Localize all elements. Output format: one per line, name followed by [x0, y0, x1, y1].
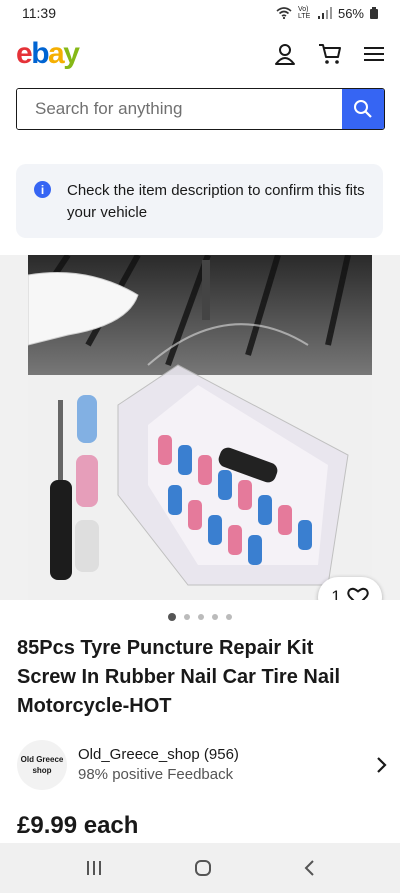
battery-percent: 56%: [337, 5, 364, 21]
signal-icon: [317, 7, 332, 19]
back-icon[interactable]: [303, 859, 315, 877]
pagination-dot[interactable]: [168, 613, 176, 621]
seller-name: Old_Greece_shop (956): [78, 746, 239, 763]
seller-info: Old_Greece_shop (956) 98% positive Feedb…: [78, 745, 375, 785]
seller-avatar: Old Greece shop: [17, 740, 67, 790]
product-image: [28, 255, 372, 600]
network-label: Vo) LTE: [297, 6, 311, 20]
search-icon: [354, 100, 372, 118]
search-bar: [16, 88, 385, 130]
watch-count: 1: [331, 587, 341, 600]
gallery-pagination: [0, 613, 400, 621]
info-icon: i: [34, 181, 51, 198]
heart-icon: [346, 587, 369, 600]
watch-button[interactable]: 1: [318, 577, 382, 600]
pagination-dot[interactable]: [212, 614, 218, 620]
header-actions: [274, 43, 384, 65]
pagination-dot[interactable]: [198, 614, 204, 620]
item-price: £9.99 each: [17, 812, 139, 839]
status-time: 11:39: [22, 5, 56, 21]
image-gallery[interactable]: 1: [0, 255, 400, 600]
menu-icon[interactable]: [364, 46, 384, 62]
pagination-dot[interactable]: [184, 614, 190, 620]
notice-text: Check the item description to confirm th…: [67, 182, 365, 221]
home-icon[interactable]: [194, 859, 212, 877]
account-icon[interactable]: [274, 43, 296, 65]
search-input[interactable]: [17, 89, 342, 129]
item-title: 85Pcs Tyre Puncture Repair Kit Screw In …: [17, 637, 341, 717]
chevron-right-icon: [377, 757, 387, 773]
status-bar: 11:39 Vo) LTE 56%: [0, 0, 400, 26]
status-indicators: Vo) LTE 56%: [276, 6, 378, 21]
seller-card[interactable]: Old Greece shop Old_Greece_shop (956) 98…: [17, 736, 387, 794]
header: ebay: [0, 30, 400, 78]
search-button[interactable]: [342, 89, 384, 129]
pagination-dot[interactable]: [226, 614, 232, 620]
cart-icon[interactable]: [318, 43, 342, 65]
system-nav-bar: [0, 843, 400, 893]
battery-icon: [370, 7, 378, 19]
wifi-icon: [276, 7, 292, 19]
vehicle-fit-notice: i Check the item description to confirm …: [16, 164, 383, 238]
ebay-logo[interactable]: ebay: [16, 37, 80, 71]
seller-feedback: 98% positive Feedback: [78, 766, 234, 783]
recent-apps-icon[interactable]: [85, 860, 103, 876]
